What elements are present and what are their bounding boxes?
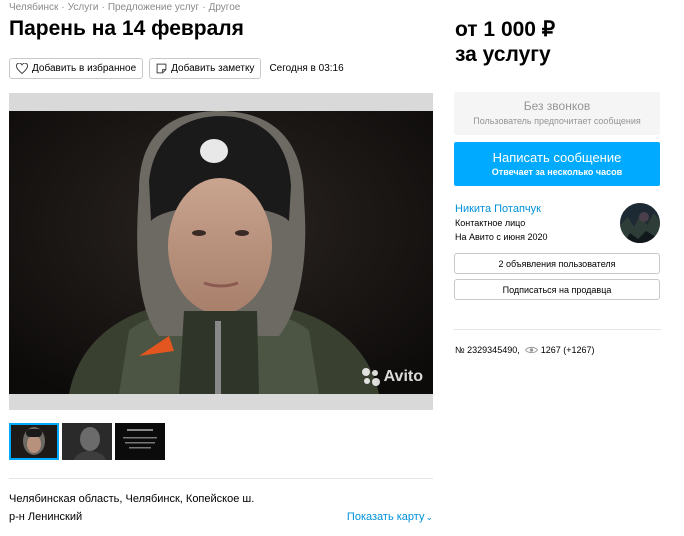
breadcrumb-other[interactable]: Другое bbox=[209, 2, 241, 13]
note-icon bbox=[156, 63, 167, 74]
divider bbox=[9, 478, 433, 479]
listing-meta: № 2329345490, 1267 (+1267) bbox=[455, 345, 595, 355]
thumbnail-1[interactable] bbox=[9, 423, 59, 460]
response-time: Отвечает за несколько часов bbox=[491, 167, 623, 177]
no-calls-subtitle: Пользователь предпочитает сообщения bbox=[473, 116, 641, 126]
no-calls-title: Без звонков bbox=[523, 99, 591, 113]
thumbnail-image bbox=[62, 423, 112, 460]
no-calls-notice: Без звонков Пользователь предпочитает со… bbox=[454, 92, 660, 135]
eye-icon bbox=[524, 346, 538, 354]
listing-actions: Добавить в избранное Добавить заметку Се… bbox=[9, 58, 344, 79]
subscribe-seller-label: Подписаться на продавца bbox=[502, 284, 612, 295]
add-note-button[interactable]: Добавить заметку bbox=[149, 58, 262, 79]
page-title: Парень на 14 февраля bbox=[9, 17, 244, 40]
main-photo[interactable]: Avito bbox=[9, 93, 433, 410]
show-map-label: Показать карту bbox=[346, 511, 425, 523]
breadcrumb-city[interactable]: Челябинск bbox=[9, 2, 58, 13]
add-note-label: Добавить заметку bbox=[171, 63, 255, 74]
thumbnail-2[interactable] bbox=[62, 423, 112, 460]
photo-image bbox=[9, 111, 433, 394]
listing-number: № 2329345490, bbox=[455, 345, 520, 355]
show-map-link[interactable]: Показать карту⌄ bbox=[347, 511, 433, 523]
breadcrumb: Челябинск · Услуги · Предложение услуг · Друго… bbox=[9, 2, 241, 13]
publish-date: Сегодня в 03:16 bbox=[269, 63, 344, 74]
subscribe-seller-button[interactable]: Подписаться на продавца bbox=[454, 279, 660, 300]
price-unit: за услугу bbox=[455, 43, 551, 66]
user-listings-button[interactable]: 2 объявления пользователя bbox=[454, 253, 660, 274]
write-message-label: Написать сообщение bbox=[492, 150, 622, 165]
thumbnail-image bbox=[115, 423, 165, 460]
breadcrumb-offer[interactable]: Предложение услуг bbox=[108, 2, 199, 13]
chevron-down-icon: ⌄ bbox=[425, 512, 433, 522]
add-favorite-button[interactable]: Добавить в избранное bbox=[9, 58, 144, 79]
address: Челябинская область, Челябинск, Копейско… bbox=[9, 493, 255, 505]
heart-icon bbox=[16, 63, 28, 74]
seller-since: На Авито с июня 2020 bbox=[455, 232, 548, 242]
user-listings-label: 2 объявления пользователя bbox=[498, 258, 616, 269]
price: от 1 000 ₽ bbox=[455, 18, 556, 41]
divider bbox=[454, 329, 661, 330]
write-message-button[interactable]: Написать сообщение Отвечает за несколько… bbox=[454, 142, 660, 186]
avito-watermark: Avito bbox=[361, 368, 423, 386]
avito-logo-icon bbox=[361, 368, 380, 386]
seller-name[interactable]: Никита Потапчук bbox=[455, 203, 541, 215]
thumbnail-3[interactable] bbox=[115, 423, 165, 460]
seller-role: Контактное лицо bbox=[455, 218, 526, 228]
breadcrumb-services[interactable]: Услуги bbox=[68, 2, 99, 13]
add-favorite-label: Добавить в избранное bbox=[32, 63, 137, 74]
thumbnail-image bbox=[11, 425, 57, 458]
views-count: 1267 (+1267) bbox=[540, 345, 595, 355]
photo-thumbnails bbox=[9, 423, 168, 460]
seller-avatar[interactable] bbox=[620, 203, 660, 243]
district: р-н Ленинский bbox=[9, 511, 83, 523]
avatar-image bbox=[620, 203, 660, 243]
